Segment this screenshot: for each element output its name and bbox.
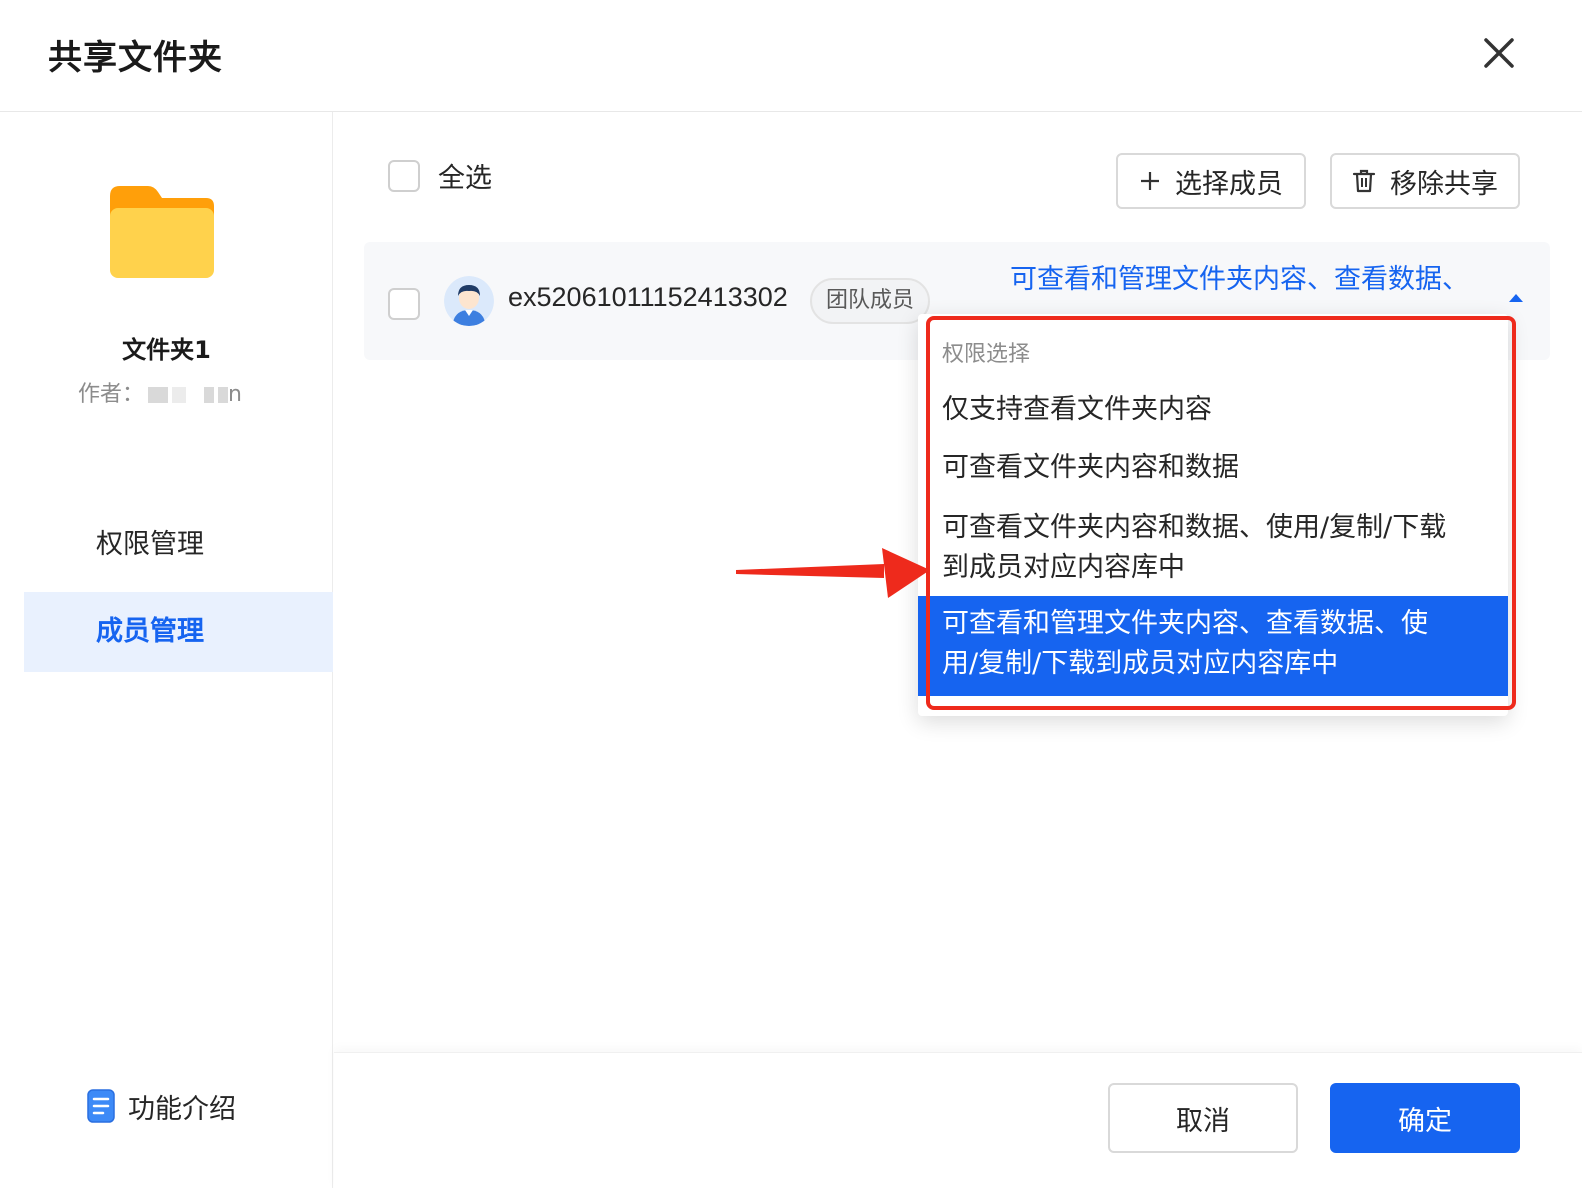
option-text-line: 可查看文件夹内容和数据、使用/复制/下载 xyxy=(942,512,1447,543)
permission-select[interactable]: 可查看和管理文件夹内容、查看数据、 xyxy=(1010,260,1530,320)
author-label: 作者： xyxy=(78,382,145,407)
select-member-button[interactable]: 选择成员 xyxy=(1116,153,1306,209)
remove-share-button[interactable]: 移除共享 xyxy=(1330,153,1520,209)
select-member-label: 选择成员 xyxy=(1175,168,1283,200)
permission-option-manage[interactable]: 可查看和管理文件夹内容、查看数据、使 用/复制/下载到成员对应内容库中 xyxy=(918,596,1508,696)
dialog-title: 共享文件夹 xyxy=(48,38,223,78)
option-text-line: 用/复制/下载到成员对应内容库中 xyxy=(942,648,1339,679)
close-button[interactable] xyxy=(1474,30,1522,78)
folder-author: 作者： n xyxy=(78,376,242,408)
select-all[interactable]: 全选 xyxy=(388,156,492,195)
member-role-badge: 团队成员 xyxy=(810,278,931,324)
select-all-checkbox[interactable] xyxy=(388,159,420,192)
dropdown-group-label: 权限选择 xyxy=(942,342,1031,367)
trash-icon xyxy=(1352,169,1376,193)
member-checkbox[interactable] xyxy=(388,288,420,320)
permission-dropdown: 权限选择 仅支持查看文件夹内容 可查看文件夹内容和数据 可查看文件夹内容和数据、… xyxy=(918,314,1508,716)
sidebar-item-members[interactable]: 成员管理 xyxy=(24,592,333,672)
sidebar-item-permission[interactable]: 权限管理 xyxy=(24,505,333,585)
permission-option-view-data[interactable]: 可查看文件夹内容和数据 xyxy=(918,440,1508,500)
sidebar: 文件夹1 作者： n 权限管理 成员管理 功能介绍 xyxy=(0,112,333,1188)
cancel-button[interactable]: 取消 xyxy=(1108,1083,1298,1153)
select-all-label: 全选 xyxy=(438,163,492,194)
confirm-button[interactable]: 确定 xyxy=(1330,1083,1520,1153)
avatar xyxy=(444,276,494,326)
remove-share-label: 移除共享 xyxy=(1390,168,1498,200)
folder-name: 文件夹1 xyxy=(122,336,211,364)
feature-intro-link[interactable]: 功能介绍 xyxy=(86,1086,236,1126)
user-avatar-icon xyxy=(444,276,494,326)
redacted-block xyxy=(148,387,169,403)
permission-option-view-only[interactable]: 仅支持查看文件夹内容 xyxy=(918,382,1508,440)
redacted-block xyxy=(172,387,187,403)
folder-icon xyxy=(110,186,214,278)
redacted-block xyxy=(218,387,229,403)
document-icon xyxy=(87,1089,115,1123)
option-text-line: 到成员对应内容库中 xyxy=(942,552,1185,583)
permission-select-value: 可查看和管理文件夹内容、查看数据、 xyxy=(1010,264,1469,295)
feature-intro-label: 功能介绍 xyxy=(128,1093,236,1125)
member-id: ex52061011152413302 xyxy=(508,282,788,312)
dialog-footer: 取消 确定 xyxy=(334,1052,1582,1188)
close-icon xyxy=(1484,38,1514,68)
option-text-line: 可查看和管理文件夹内容、查看数据、使 xyxy=(942,608,1428,639)
plus-icon xyxy=(1141,172,1159,190)
annotation-arrow-icon xyxy=(736,548,930,598)
author-suffix: n xyxy=(228,382,242,407)
redacted-block xyxy=(204,387,215,403)
chevron-up-icon[interactable] xyxy=(1509,294,1523,302)
dialog-header: 共享文件夹 xyxy=(0,0,1582,112)
permission-option-view-data-use[interactable]: 可查看文件夹内容和数据、使用/复制/下载 到成员对应内容库中 xyxy=(918,500,1508,596)
